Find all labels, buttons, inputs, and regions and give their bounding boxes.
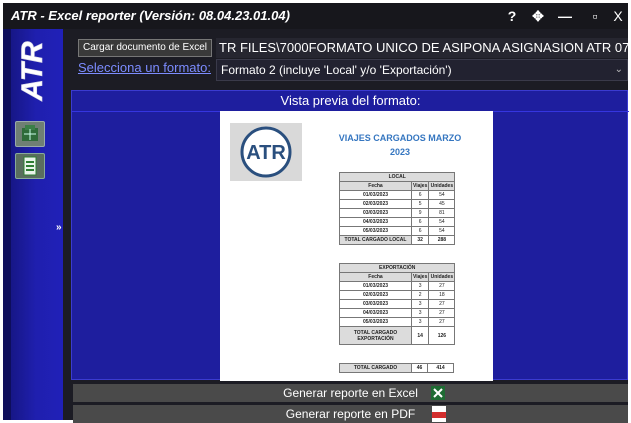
sidebar: ATR » [3,29,63,420]
table-row: 01/03/2023 3 27 [339,281,456,291]
minimize-button[interactable]: — [555,6,575,26]
table-row: 04/03/2023 3 27 [339,308,456,318]
atr-document-logo: ATR [230,123,302,181]
preview-frame: Vista previa del formato: ATR VIAJES CAR… [71,90,629,381]
chevron-down-icon: ⌄ [614,64,623,75]
export-total-row: TOTAL CARGADO EXPORTACIÓN 14 126 [339,326,456,345]
window-title: ATR - Excel reporter (Versión: 08.04.23.… [11,8,290,23]
app-window: ATR - Excel reporter (Versión: 08.04.23.… [3,3,629,423]
generate-excel-button[interactable]: Generar reporte en Excel [73,384,628,402]
generate-pdf-label: Generar reporte en PDF [285,407,416,421]
document-title-line2: 2023 [389,147,411,157]
expand-icon[interactable]: » [56,222,62,233]
generate-excel-label: Generar reporte en Excel [283,386,418,400]
document-icon[interactable] [15,153,45,179]
local-section-header: LOCAL [338,172,456,182]
grand-total-row: TOTAL CARGADO 46 414 [339,363,454,373]
title-bar[interactable]: ATR - Excel reporter (Versión: 08.04.23.… [3,3,628,29]
table-row: 02/03/2023 5 45 [339,199,456,209]
local-total-row: TOTAL CARGADO LOCAL 32 288 [339,235,456,245]
document-title-line1: VIAJES CARGADOS MARZO [338,133,462,143]
table-row: 02/03/2023 2 18 [339,290,456,300]
export-col-trips: Viajes [410,272,430,282]
document-title: VIAJES CARGADOS MARZO 2023 [325,131,475,159]
close-button[interactable]: X [610,6,626,26]
table-row: 05/03/2023 6 54 [339,226,456,236]
file-path-field[interactable]: TR FILES\7000FORMATO UNICO DE ASIPONA AS… [216,38,628,58]
table-row: 04/03/2023 6 54 [339,217,456,227]
local-col-trips: Viajes [410,181,430,191]
excel-icon[interactable] [15,121,45,147]
local-col-date: Fecha [339,181,412,191]
export-col-date: Fecha [339,272,412,282]
preview-document: ATR VIAJES CARGADOS MARZO 2023 LOCAL Fec… [220,111,493,381]
local-col-units: Unidades [428,181,456,191]
format-label[interactable]: Selecciona un formato: [78,60,211,75]
table-row: 05/03/2023 3 27 [339,317,456,327]
format-dropdown[interactable]: Formato 2 (incluye 'Local' y/o 'Exportac… [216,59,628,81]
atr-logo: ATR [16,41,49,102]
move-icon[interactable]: ✥ [527,6,549,26]
load-excel-button[interactable]: Cargar documento de Excel [78,39,212,57]
export-col-units: Unidades [428,272,456,282]
pdf-file-icon [432,406,446,422]
export-table: EXPORTACIÓN Fecha Viajes Unidades 01/03/… [338,263,456,345]
grand-total-table: TOTAL CARGADO 46 414 [339,363,454,373]
document-logo-text: ATR [246,142,286,164]
table-row: 01/03/2023 6 54 [339,190,456,200]
format-selected-value: Formato 2 (incluye 'Local' y/o 'Exportac… [221,63,452,77]
excel-file-icon [431,386,445,400]
export-section-header: EXPORTACIÓN [338,263,456,273]
main-panel: Cargar documento de Excel TR FILES\7000F… [63,29,629,423]
local-table: LOCAL Fecha Viajes Unidades 01/03/2023 6 5… [338,172,456,245]
table-row: 03/03/2023 9 81 [339,208,456,218]
help-button[interactable]: ? [505,6,519,26]
maximize-button[interactable]: ▫ [585,6,605,26]
sidebar-strip [3,29,11,420]
generate-pdf-button[interactable]: Generar reporte en PDF [73,405,628,423]
logo-text: ATR [16,41,49,102]
table-row: 03/03/2023 3 27 [339,299,456,309]
preview-title: Vista previa del formato: [280,93,421,108]
